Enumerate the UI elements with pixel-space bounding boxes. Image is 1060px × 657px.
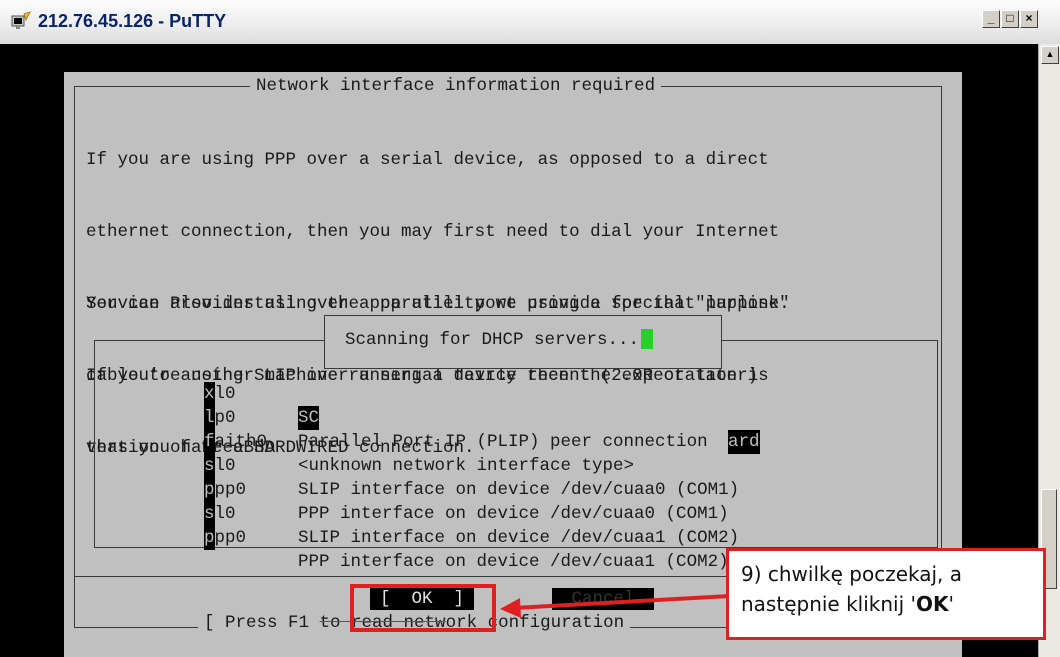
dhcp-scan-popup: Scanning for DHCP servers... [324, 315, 722, 369]
ok-highlight-box [350, 584, 496, 632]
intro-line: ethernet connection, then you may first … [86, 222, 780, 242]
interface-row-lp0[interactable]: lp0 Parallel Port IP (PLIP) peer connect… [64, 382, 962, 452]
interface-row-faith0[interactable]: faith0 <unknown network interface type> [64, 406, 962, 476]
plip-line: You can also install over a parallel por… [86, 294, 790, 314]
interface-row-ppp0-com1[interactable]: ppp0 PPP interface on device /dev/cuaa0 … [64, 454, 962, 524]
maximize-button[interactable]: □ [1001, 10, 1019, 28]
close-button[interactable]: × [1020, 10, 1038, 28]
interface-row-ppp0-com2[interactable]: ppp0 PPP interface on device /dev/cuaa1 … [64, 502, 962, 572]
dialog-title: Network interface information required [250, 76, 662, 96]
interface-desc: SLIP interface on device /dev/cuaa1 (COM… [298, 528, 740, 548]
hotkey-char: p [204, 526, 215, 550]
terminal-cursor [641, 329, 654, 350]
window-titlebar[interactable]: 212.76.45.126 - PuTTY _ □ × [0, 0, 1060, 45]
minimize-button[interactable]: _ [982, 10, 1000, 28]
callout-suffix: ' [948, 592, 955, 616]
scroll-up-arrow-icon[interactable]: ▲ [1041, 46, 1059, 64]
cancel-button[interactable]: Cancel [552, 588, 654, 610]
callout-ok: OK [916, 592, 949, 616]
window-title: 212.76.45.126 - PuTTY [38, 11, 227, 31]
intro-line: If you are using PPP over a serial devic… [86, 150, 769, 170]
interface-desc: PPP interface on device /dev/cuaa1 (COM2… [298, 552, 729, 572]
interface-name: pp0 [214, 528, 247, 548]
callout-prefix: następnie kliknij ' [741, 592, 917, 616]
callout-line-1: 9) chwilkę poczekaj, a [741, 562, 963, 586]
interface-row-sl0-com1[interactable]: sl0 SLIP interface on device /dev/cuaa0 … [64, 430, 962, 500]
interface-row-sl0-com2[interactable]: sl0 SLIP interface on device /dev/cuaa1 … [64, 478, 962, 548]
putty-app-icon [11, 11, 31, 29]
instruction-callout: 9) chwilkę poczekaj, a następnie kliknij… [726, 548, 1046, 640]
dhcp-scan-text: Scanning for DHCP servers... [345, 330, 640, 350]
callout-line-2: następnie kliknij 'OK' [741, 589, 1031, 619]
hint-prefix: [ Press F1 [204, 613, 320, 633]
